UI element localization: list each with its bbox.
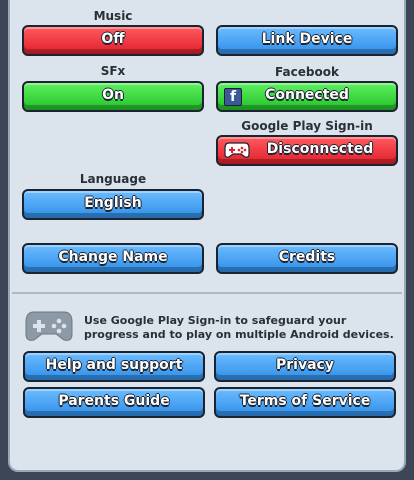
sfx-label: SFx [100, 64, 126, 78]
parents-guide-label: Parents Guide [58, 393, 170, 409]
help-support-button[interactable]: Help and support [23, 351, 205, 382]
privacy-button[interactable]: Privacy [214, 351, 396, 382]
link-device-label: Link Device [261, 31, 353, 47]
parents-guide-button[interactable]: Parents Guide [23, 387, 205, 418]
music-label: Music [93, 9, 133, 23]
language-button[interactable]: English [22, 189, 204, 220]
google-play-signin-button[interactable]: Disconnected [216, 135, 398, 166]
gamepad-icon [25, 311, 73, 341]
facebook-label: Facebook [275, 65, 339, 79]
google-play-status-label: Disconnected [266, 141, 374, 157]
music-toggle-button[interactable]: Off [22, 25, 204, 56]
credits-button[interactable]: Credits [216, 243, 398, 274]
credits-label: Credits [278, 249, 336, 265]
facebook-icon [224, 88, 242, 106]
terms-of-service-button[interactable]: Terms of Service [214, 387, 396, 418]
link-device-button[interactable]: Link Device [216, 25, 398, 56]
terms-of-service-label: Terms of Service [239, 393, 371, 409]
google-play-info-text: Use Google Play Sign-in to safeguard you… [84, 314, 394, 341]
language-label: Language [79, 172, 147, 186]
facebook-connect-button[interactable]: Connected [216, 81, 398, 112]
language-value: English [84, 195, 142, 211]
change-name-button[interactable]: Change Name [22, 243, 204, 274]
music-toggle-label: Off [101, 31, 125, 47]
privacy-label: Privacy [276, 357, 334, 373]
help-support-label: Help and support [45, 357, 183, 373]
gamepad-icon [224, 142, 250, 158]
sfx-toggle-label: On [102, 87, 124, 103]
facebook-status-label: Connected [265, 87, 349, 103]
google-play-label: Google Play Sign-in [241, 119, 373, 133]
section-divider [12, 292, 402, 294]
sfx-toggle-button[interactable]: On [22, 81, 204, 112]
change-name-label: Change Name [58, 249, 168, 265]
bottom-frame [0, 472, 414, 480]
